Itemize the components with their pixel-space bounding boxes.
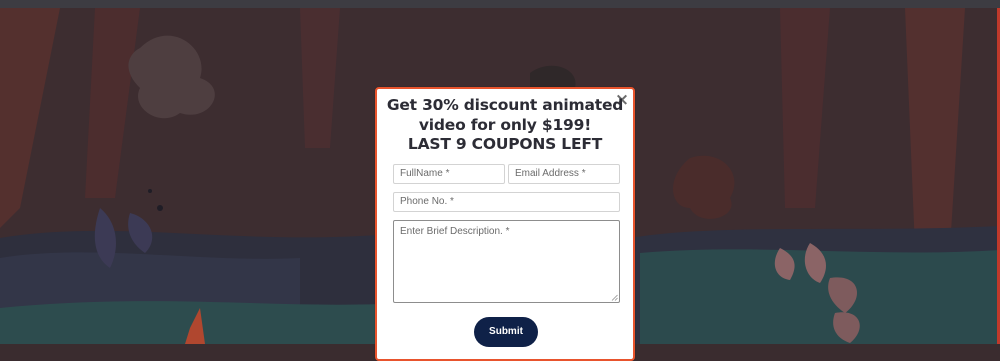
email-input[interactable]: Email Address *: [508, 164, 620, 184]
popup-heading: Get 30% discount animated video for only…: [377, 96, 633, 155]
submit-button[interactable]: Submit: [474, 317, 538, 347]
heading-line-2: video for only $199!: [418, 115, 592, 134]
fullname-input[interactable]: FullName *: [393, 164, 505, 184]
description-placeholder: Enter Brief Description. *: [400, 226, 510, 237]
fullname-placeholder: FullName *: [400, 168, 450, 179]
discount-popup: × Get 30% discount animated video for on…: [375, 87, 635, 361]
description-textarea[interactable]: Enter Brief Description. *: [393, 220, 620, 303]
phone-placeholder: Phone No. *: [400, 196, 454, 207]
heading-line-1: Get 30% discount animated: [386, 96, 624, 114]
browser-top-bar: [0, 0, 1000, 8]
email-placeholder: Email Address *: [515, 168, 586, 179]
phone-input[interactable]: Phone No. *: [393, 192, 620, 212]
heading-line-3: LAST 9 COUPONS LEFT: [407, 135, 603, 153]
resize-handle-icon[interactable]: [611, 294, 618, 301]
